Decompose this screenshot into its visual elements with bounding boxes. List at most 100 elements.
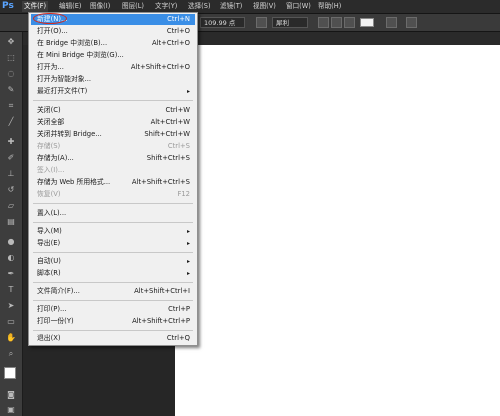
brush-tool-icon[interactable]: ✐ [5,152,17,163]
crop-tool-icon[interactable]: ⌗ [5,100,17,111]
submenu-arrow-icon: ▸ [186,270,190,277]
screen-mode-icon[interactable]: ▣ [5,404,17,415]
menu-label: 打印(P)... [37,305,67,313]
gradient-tool-icon[interactable]: ▤ [5,216,17,227]
menu-label: 打印一份(Y) [37,317,74,325]
menu-save-as[interactable]: 存储为(A)... Shift+Ctrl+S [31,153,195,164]
type-tool-icon[interactable]: T [5,284,17,295]
menu-label: 存储为 Web 所用格式... [37,178,111,186]
menu-automate[interactable]: 自动(U) ▸ [31,256,195,267]
eraser-tool-icon[interactable]: ▱ [5,200,17,211]
foreground-color-swatch[interactable] [4,367,16,379]
menu-help[interactable]: 帮助(H) [316,1,343,12]
submenu-arrow-icon: ▸ [186,88,190,95]
menu-import[interactable]: 导入(M) ▸ [31,226,195,237]
menu-file-info[interactable]: 文件简介(F)... Alt+Shift+Ctrl+I [31,286,195,297]
menu-shortcut: Ctrl+N [167,15,190,23]
menu-separator [33,203,193,204]
menu-label: 关闭并转到 Bridge... [37,130,102,138]
menu-label: 存储(S) [37,142,61,150]
antialias-icon [256,17,267,28]
menu-label: 关闭全部 [37,118,65,126]
menu-shortcut: Shift+Ctrl+S [146,154,190,162]
menu-shortcut: F12 [177,190,190,198]
menu-type[interactable]: 文字(Y) [153,1,179,12]
menu-label: 打开为... [37,63,64,71]
shape-tool-icon[interactable]: ▭ [5,316,17,327]
menu-label: 在 Bridge 中浏览(B)... [37,39,108,47]
menu-filter[interactable]: 滤镜(T) [218,1,244,12]
blur-tool-icon[interactable]: ● [5,236,17,247]
path-select-tool-icon[interactable]: ➤ [5,300,17,311]
menu-label: 存储为(A)... [37,154,74,162]
photoshop-logo: Ps [2,1,14,11]
align-right-icon[interactable] [344,17,355,28]
menu-label: 签入(I)... [37,166,65,174]
marquee-tool-icon[interactable]: ⬚ [5,52,17,63]
menu-browse-bridge[interactable]: 在 Bridge 中浏览(B)... Alt+Ctrl+O [31,38,195,49]
menu-window[interactable]: 窗口(W) [284,1,313,12]
clone-stamp-tool-icon[interactable]: ⊥ [5,168,17,179]
menu-layer[interactable]: 图层(L) [120,1,146,12]
quick-mask-icon[interactable]: ◙ [5,389,17,400]
menu-label: 打开为智能对象... [37,75,92,83]
menu-place[interactable]: 置入(L)... [31,208,195,219]
menu-shortcut: Ctrl+S [167,142,190,150]
menu-separator [33,282,193,283]
move-tool-icon[interactable]: ✥ [5,36,17,47]
menu-shortcut: Alt+Shift+Ctrl+O [130,63,190,71]
dodge-tool-icon[interactable]: ◐ [5,252,17,263]
menu-separator [33,100,193,101]
hand-tool-icon[interactable]: ✋ [5,332,17,343]
menu-shortcut: Shift+Ctrl+W [144,130,190,138]
menu-separator [33,252,193,253]
menu-close-all[interactable]: 关闭全部 Alt+Ctrl+W [31,117,195,128]
menu-file[interactable]: 文件(F) [22,1,49,12]
menu-close-goto-bridge[interactable]: 关闭并转到 Bridge... Shift+Ctrl+W [31,129,195,140]
menu-print-one-copy[interactable]: 打印一份(Y) Alt+Shift+Ctrl+P [31,316,195,327]
menu-check-in[interactable]: 签入(I)... [31,165,195,176]
menu-close[interactable]: 关闭(C) Ctrl+W [31,105,195,116]
menu-select[interactable]: 选择(S) [186,1,213,12]
menu-open-smart-object[interactable]: 打开为智能对象... [31,74,195,85]
menu-label: 打开(O)... [37,27,68,35]
font-size-field[interactable]: 109.99 点 [200,17,245,28]
file-menu-dropdown: 新建(N)... Ctrl+N 打开(O)... Ctrl+O 在 Bridge… [28,12,198,346]
eyedropper-tool-icon[interactable]: ╱ [5,116,17,127]
tools-panel: ✥ ⬚ ◌ ✎ ⌗ ╱ ✚ ✐ ⊥ ↺ ▱ ▤ ● ◐ ✒ T ➤ ▭ ✋ ⌕ … [0,32,23,416]
lasso-tool-icon[interactable]: ◌ [5,68,17,79]
menu-open-as[interactable]: 打开为... Alt+Shift+Ctrl+O [31,62,195,73]
warp-text-icon[interactable] [386,17,397,28]
history-brush-tool-icon[interactable]: ↺ [5,184,17,195]
pen-tool-icon[interactable]: ✒ [5,268,17,279]
menu-shortcut: Alt+Ctrl+W [150,118,190,126]
healing-brush-tool-icon[interactable]: ✚ [5,136,17,147]
document-canvas[interactable] [175,45,500,416]
menu-browse-mini-bridge[interactable]: 在 Mini Bridge 中浏览(G)... [31,50,195,61]
align-center-icon[interactable] [331,17,342,28]
align-left-icon[interactable] [318,17,329,28]
menu-label: 导入(M) [37,227,62,235]
menu-export[interactable]: 导出(E) ▸ [31,238,195,249]
menu-edit[interactable]: 编辑(E) [57,1,84,12]
menu-open[interactable]: 打开(O)... Ctrl+O [31,26,195,37]
menu-scripts[interactable]: 脚本(R) ▸ [31,268,195,279]
menu-revert[interactable]: 恢复(V) F12 [31,189,195,200]
menu-recent-files[interactable]: 最近打开文件(T) ▸ [31,86,195,97]
menu-image[interactable]: 图像(I) [88,1,112,12]
panels-toggle-icon[interactable] [406,17,417,28]
zoom-tool-icon[interactable]: ⌕ [5,348,17,359]
annotation-circle [33,13,67,24]
quick-select-tool-icon[interactable]: ✎ [5,84,17,95]
menu-exit[interactable]: 退出(X) Ctrl+Q [31,333,195,344]
menu-label: 关闭(C) [37,106,61,114]
antialias-select[interactable]: 犀利 [272,17,308,28]
menu-print[interactable]: 打印(P)... Ctrl+P [31,304,195,315]
menu-view[interactable]: 视图(V) [251,1,278,12]
menu-label: 最近打开文件(T) [37,87,88,95]
text-color-swatch[interactable] [360,18,374,27]
menu-label: 置入(L)... [37,209,67,217]
menu-shortcut: Alt+Shift+Ctrl+S [131,178,190,186]
menu-save[interactable]: 存储(S) Ctrl+S [31,141,195,152]
menu-save-for-web[interactable]: 存储为 Web 所用格式... Alt+Shift+Ctrl+S [31,177,195,188]
